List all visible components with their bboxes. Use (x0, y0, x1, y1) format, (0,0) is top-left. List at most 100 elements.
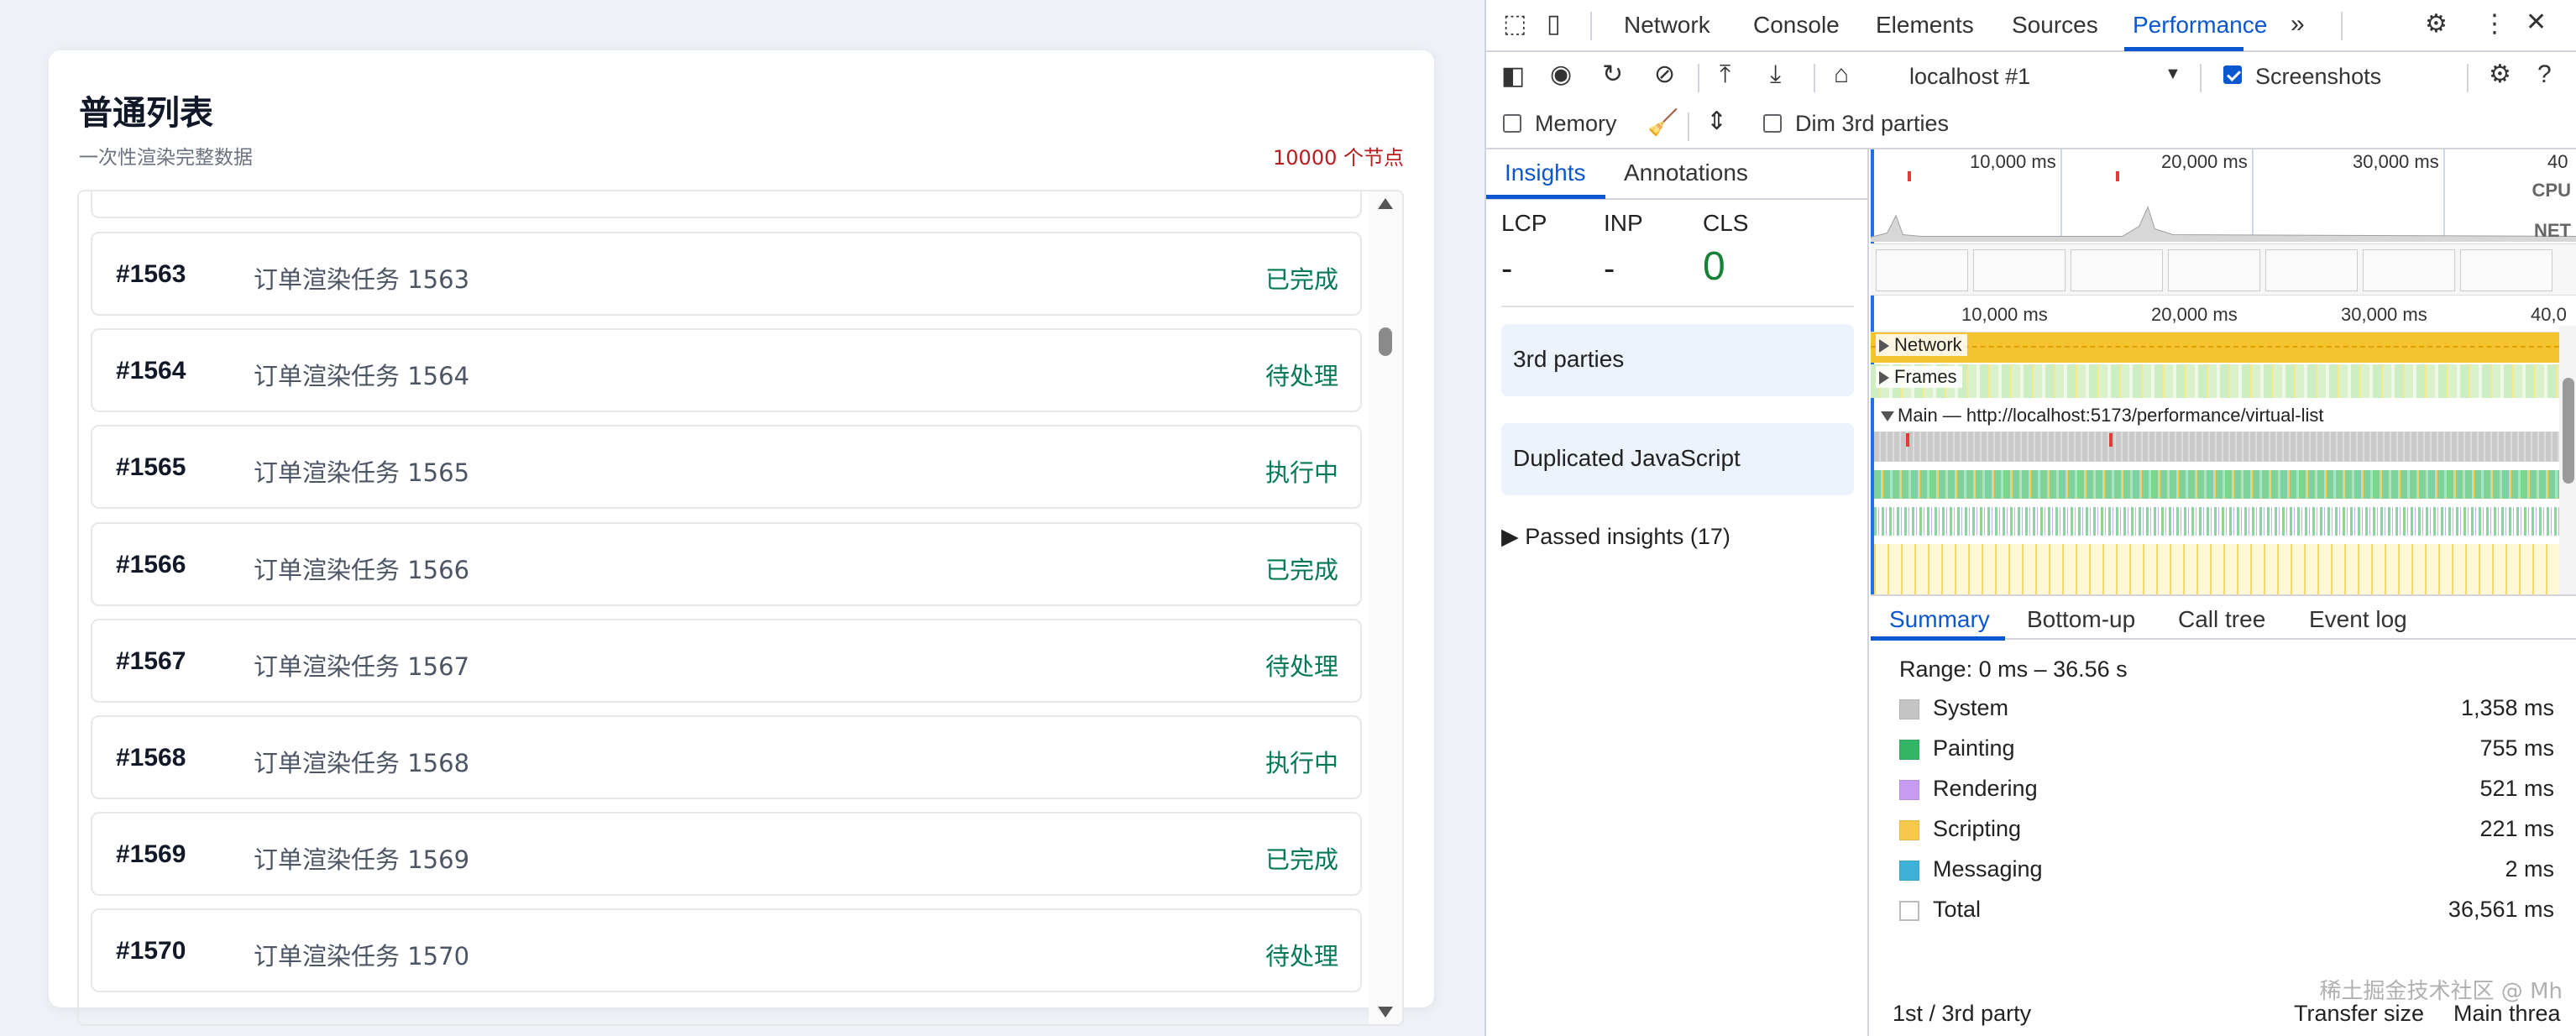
cls-label: CLS (1703, 210, 1749, 236)
item-status: 执行中 (1264, 458, 1338, 487)
scroll-down-arrow-icon[interactable] (1378, 1007, 1393, 1018)
memory-checkbox[interactable] (1503, 114, 1521, 133)
broom-icon[interactable]: 🧹 (1647, 111, 1678, 136)
tab-call-tree[interactable]: Call tree (2178, 606, 2265, 633)
transfer-size-header[interactable]: Transfer size (2294, 1001, 2424, 1027)
divider (1501, 306, 1854, 307)
cpu-chart (1871, 206, 2576, 242)
page-title: 普通列表 (79, 94, 213, 133)
item-title: 订单渲染任务 1568 (254, 749, 470, 777)
legend-swatch (1899, 820, 1919, 840)
item-title: 订单渲染任务 1563 (254, 265, 470, 294)
collapse-icon[interactable]: ⇕ (1706, 109, 1727, 134)
tab-event-log[interactable]: Event log (2309, 606, 2407, 633)
summary-panel: Summary Bottom-up Call tree Event log Ra… (1871, 594, 2576, 1036)
dim-3rd-parties-checkbox[interactable] (1763, 114, 1782, 133)
summary-tabbar: Summary Bottom-up Call tree Event log (1871, 594, 2576, 641)
party-column-header[interactable]: 1st / 3rd party (1893, 1001, 2031, 1027)
device-toolbar-icon[interactable]: ▯ (1547, 12, 1561, 37)
timeline[interactable]: 10,000 ms 20,000 ms 30,000 ms 40 CPU NET… (1871, 149, 2576, 594)
toggle-sidebar-icon[interactable]: ◧ (1501, 64, 1525, 89)
main-track-label: Main — http://localhost:5173/performance… (1877, 405, 2323, 426)
category-value: 221 ms (2479, 816, 2554, 841)
devtools-panel: ⬚ ▯ Network Console Elements Sources Per… (1484, 0, 2576, 1036)
insights-sidebar: Insights Annotations LCP INP CLS - - 0 3… (1486, 149, 1869, 1036)
task-list[interactable]: #1563 订单渲染任务 1563 已完成 #1564 订单渲染任务 1564 … (77, 190, 1404, 1026)
devtools-tabbar: ⬚ ▯ Network Console Elements Sources Per… (1486, 0, 2576, 52)
tab-summary[interactable]: Summary (1889, 606, 1990, 633)
inspect-element-icon[interactable]: ⬚ (1503, 12, 1526, 37)
target-select[interactable]: localhost #1 (1909, 64, 2030, 90)
legend-swatch (1899, 780, 1919, 800)
rendering-lane (1874, 507, 2559, 536)
toolbar-divider (2200, 64, 2202, 92)
tab-sources[interactable]: Sources (2012, 12, 2098, 39)
item-status: 待处理 (1264, 362, 1338, 390)
download-icon[interactable]: ⤓ (1770, 62, 1781, 87)
help-icon[interactable]: ? (2537, 62, 2552, 87)
summary-row-system: System 1,358 ms (1899, 693, 2554, 727)
task-lane (1874, 432, 2559, 462)
toolbar-divider (1688, 112, 1689, 141)
clear-icon[interactable]: ⊘ (1654, 62, 1675, 87)
item-status: 已完成 (1264, 845, 1338, 874)
lcp-value: - (1501, 250, 1513, 287)
tab-bottom-up[interactable]: Bottom-up (2027, 606, 2135, 633)
network-track-label: Network (1876, 334, 1967, 356)
screenshots-checkbox[interactable] (2223, 65, 2242, 84)
network-track[interactable]: Network (1871, 332, 2559, 363)
passed-insights-label: Passed insights (17) (1525, 524, 1730, 549)
item-id: #1565 (116, 453, 186, 481)
upload-icon[interactable]: ⤒ (1720, 62, 1730, 87)
summary-row-painting: Painting 755 ms (1899, 734, 2554, 767)
gear-icon[interactable]: ⚙ (2425, 12, 2448, 37)
scroll-thumb[interactable] (2563, 378, 2574, 484)
scroll-thumb[interactable] (1379, 327, 1392, 356)
main-track[interactable]: Main — http://localhost:5173/performance… (1871, 403, 2559, 594)
scripting-lane (1874, 544, 2559, 594)
home-icon[interactable]: ⌂ (1834, 62, 1849, 87)
screenshot-thumb (2363, 249, 2455, 291)
chevron-double-right-icon[interactable]: » (2291, 12, 2305, 37)
tab-network[interactable]: Network (1624, 12, 1710, 39)
category-name: Total (1933, 897, 1982, 922)
category-value: 521 ms (2479, 776, 2554, 801)
page-subtitle: 一次性渲染完整数据 (79, 147, 253, 169)
overview-tick: 30,000 ms (2353, 151, 2439, 172)
record-icon[interactable]: ◉ (1550, 62, 1572, 87)
timeline-scrollbar[interactable] (2559, 326, 2576, 594)
scroll-up-arrow-icon[interactable] (1378, 198, 1393, 209)
node-count: 10000 个节点 (1273, 146, 1404, 170)
legend-swatch (1899, 699, 1919, 719)
long-task-marker (1906, 433, 1909, 447)
summary-row-total: Total 36,561 ms (1899, 895, 2554, 929)
close-icon[interactable]: ✕ (2526, 10, 2547, 35)
long-task-marker (1908, 171, 1911, 181)
frames-track[interactable]: Frames (1871, 364, 2559, 398)
performance-options-bar: Memory 🧹 ⇕ Dim 3rd parties (1486, 102, 2576, 149)
kebab-menu-icon[interactable]: ⋮ (2482, 12, 2507, 37)
toolbar-divider (2467, 64, 2469, 92)
passed-insights-toggle[interactable]: ▶ Passed insights (17) (1501, 524, 1730, 550)
item-status: 待处理 (1264, 652, 1338, 681)
list-card: 普通列表 一次性渲染完整数据 10000 个节点 #1563 订单渲染任务 15… (49, 50, 1434, 1026)
tab-console[interactable]: Console (1753, 12, 1840, 39)
task-list-viewport: #1563 订单渲染任务 1563 已完成 #1564 订单渲染任务 1564 … (79, 191, 1365, 1024)
dropdown-arrow-icon[interactable]: ▼ (2165, 65, 2181, 82)
toolbar-divider (1698, 64, 1699, 92)
legend-swatch (1899, 861, 1919, 881)
insight-duplicated-js[interactable]: Duplicated JavaScript (1501, 423, 1854, 495)
reload-record-icon[interactable]: ↻ (1602, 62, 1623, 87)
tab-elements[interactable]: Elements (1876, 12, 1974, 39)
main-thread-header[interactable]: Main threa (2453, 1001, 2561, 1027)
tab-performance[interactable]: Performance (2133, 12, 2267, 39)
active-tab-indicator (1871, 636, 2005, 641)
list-scrollbar[interactable] (1369, 191, 1402, 1024)
cls-value: 0 (1703, 244, 1725, 289)
tab-annotations[interactable]: Annotations (1624, 160, 1748, 186)
tab-insights[interactable]: Insights (1505, 160, 1586, 186)
item-status: 待处理 (1264, 942, 1338, 971)
insight-3rd-parties[interactable]: 3rd parties (1501, 324, 1854, 396)
inp-label: INP (1604, 210, 1643, 236)
capture-settings-icon[interactable]: ⚙ (2489, 62, 2511, 87)
